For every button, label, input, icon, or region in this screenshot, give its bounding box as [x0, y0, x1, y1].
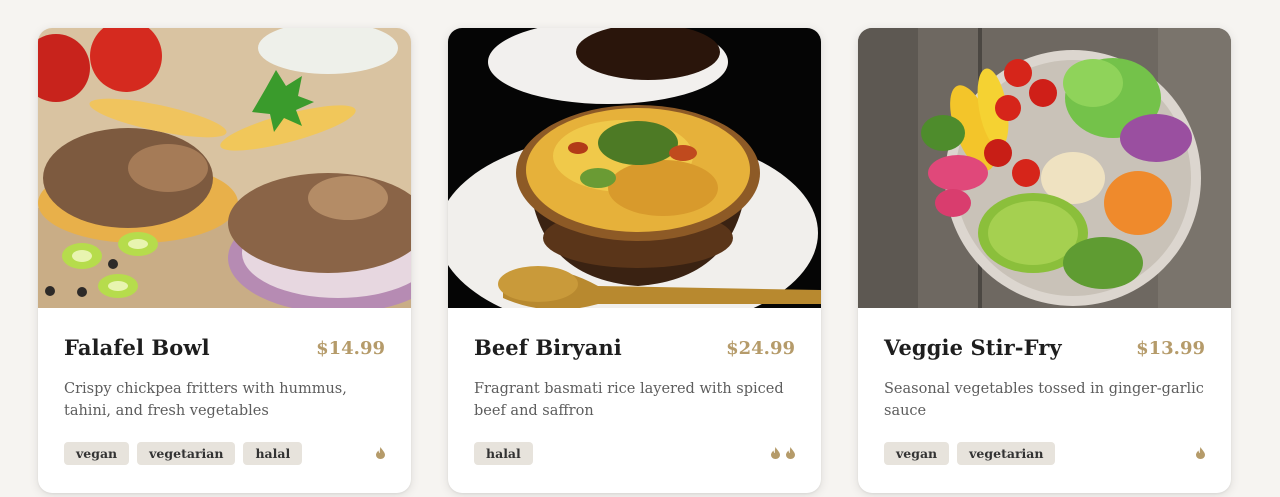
dish-name: Beef Biryani	[474, 335, 622, 360]
dish-price: $24.99	[726, 338, 795, 359]
dish-photo	[448, 28, 821, 308]
dietary-tags: vegan vegetarian halal	[64, 442, 303, 465]
dish-description: Crispy chickpea fritters with hummus, ta…	[64, 381, 347, 419]
dish-photo	[38, 28, 411, 308]
tag-vegetarian: vegetarian	[957, 442, 1056, 465]
spice-level	[771, 447, 795, 459]
tag-halal: halal	[474, 442, 533, 465]
dish-price: $13.99	[1136, 338, 1205, 359]
dish-name: Veggie Stir-Fry	[884, 335, 1062, 360]
menu-card-veggie-stir-fry[interactable]: Veggie Stir-Fry $13.99 Seasonal vegetabl…	[858, 28, 1231, 493]
dietary-tags: vegan vegetarian	[884, 442, 1056, 465]
flame-icon	[1196, 447, 1205, 459]
tag-vegan: vegan	[64, 442, 130, 465]
dietary-tags: halal	[474, 442, 533, 465]
dish-name: Falafel Bowl	[64, 335, 210, 360]
flame-icon	[786, 447, 795, 459]
spice-level	[376, 447, 385, 459]
tag-vegan: vegan	[884, 442, 950, 465]
tag-vegetarian: vegetarian	[137, 442, 236, 465]
tag-halal: halal	[243, 442, 303, 465]
flame-icon	[771, 447, 780, 459]
dish-description: Fragrant basmati rice layered with spice…	[474, 381, 784, 419]
menu-card-beef-biryani[interactable]: Beef Biryani $24.99 Fragrant basmati ric…	[448, 28, 821, 493]
spice-level	[1196, 447, 1205, 459]
menu-card-falafel-bowl[interactable]: Falafel Bowl $14.99 Crispy chickpea frit…	[38, 28, 411, 493]
flame-icon	[376, 447, 385, 459]
dish-description: Seasonal vegetables tossed in ginger-gar…	[884, 381, 1204, 419]
dish-photo	[858, 28, 1231, 308]
dish-price: $14.99	[316, 338, 385, 359]
